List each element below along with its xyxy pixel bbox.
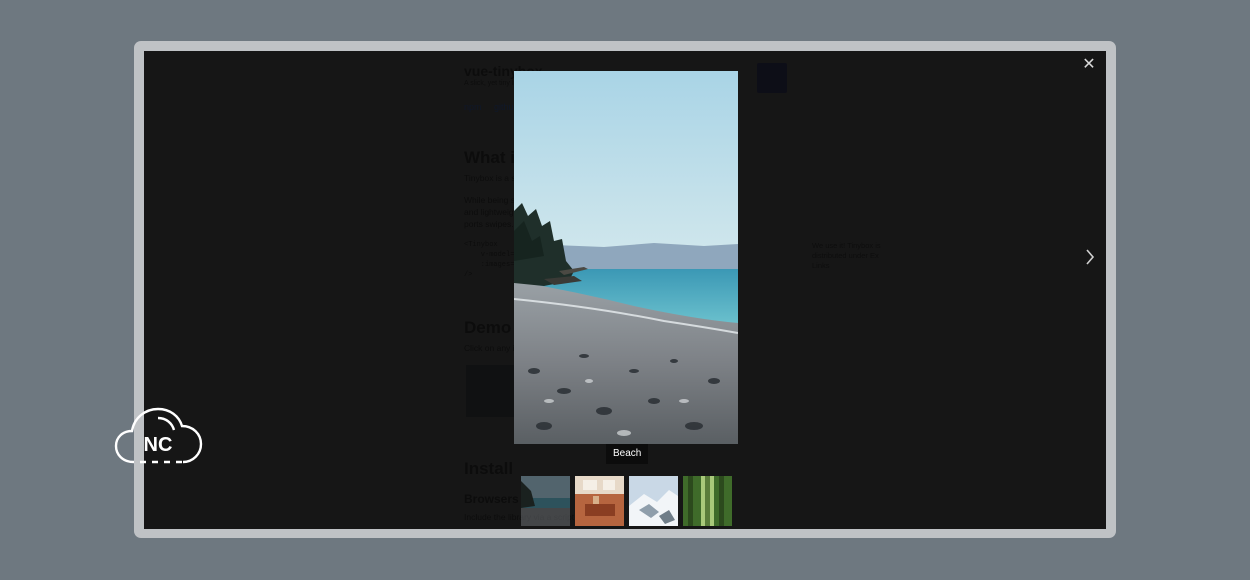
close-button[interactable]: ✕: [1080, 56, 1098, 74]
thumbnail-forest[interactable]: [683, 476, 732, 526]
doc-heading-install: Install: [464, 459, 514, 478]
device-frame: vue-tinybox A slick, yet tiny lightbox n…: [134, 41, 1116, 538]
doc-heading-demo: Demo: [464, 318, 512, 337]
next-button[interactable]: [1082, 247, 1098, 267]
image-caption: Beach: [606, 444, 649, 464]
logo-text: NC: [144, 434, 173, 456]
chevron-right-icon: [1086, 249, 1095, 265]
doc-side-note: We use it! Tinybox is distributed under …: [812, 241, 881, 270]
cloud-icon: NC: [114, 407, 203, 464]
doc-text: ports swipes.: [464, 219, 514, 229]
beach-photo: [514, 71, 738, 444]
lightbox-main-image[interactable]: [514, 71, 738, 444]
doc-heading-browsers: Browsers: [464, 492, 519, 506]
doc-link-npm[interactable]: npm: [464, 102, 482, 112]
thumbnail-snow[interactable]: [629, 476, 678, 526]
doc-demo-thumbnail: [466, 365, 516, 417]
thumbnail-coast[interactable]: [521, 476, 570, 526]
close-icon: ✕: [1082, 56, 1096, 73]
lightbox-overlay[interactable]: vue-tinybox A slick, yet tiny lightbox n…: [144, 51, 1106, 529]
nc-cloud-logo: NC: [114, 406, 204, 466]
thumbnail-interior[interactable]: [575, 476, 624, 526]
doc-logo: [757, 63, 787, 93]
